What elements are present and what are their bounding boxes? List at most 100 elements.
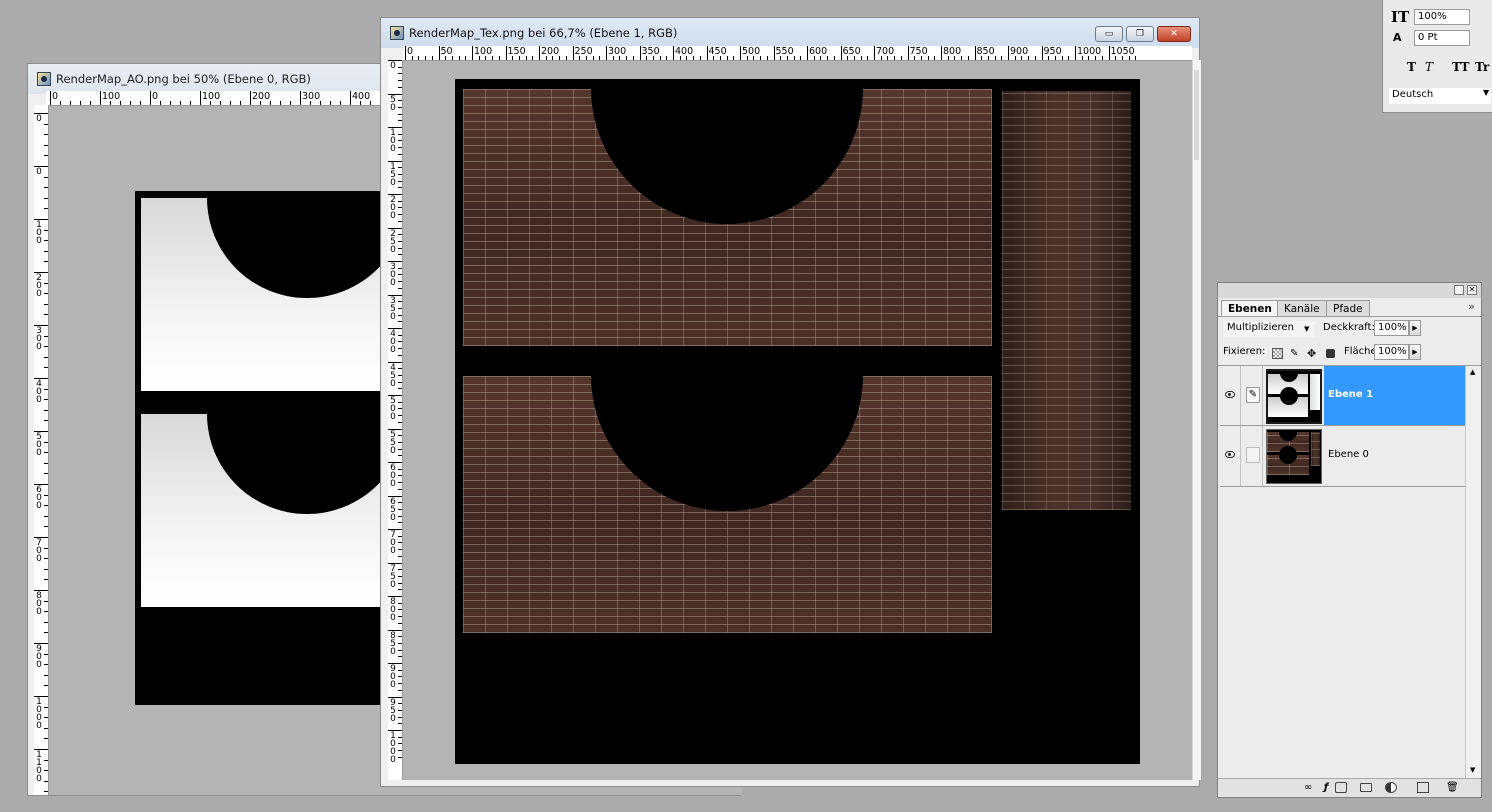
ruler-tick [438,46,440,60]
tab-kanaele[interactable]: Kanäle [1277,300,1327,316]
language-select[interactable]: Deutsch [1389,88,1491,104]
tab-ebenen[interactable]: Ebenen [1221,300,1279,317]
fill-slider-arrow[interactable]: ▶ [1409,344,1421,360]
layer-row-ebene-1[interactable]: ✎ Ebene 1 [1220,366,1465,426]
ruler-minor-tick [44,123,48,125]
layer-name[interactable]: Ebene 1 [1324,366,1465,425]
new-group-icon[interactable] [1360,783,1372,792]
ruler-minor-tick [398,234,402,236]
adjustment-layer-icon[interactable] [1385,782,1397,793]
ruler-minor-tick [398,616,402,618]
eye-icon [1225,391,1235,398]
ruler-minor-tick [210,101,211,105]
thumb-strip [1310,374,1320,410]
ruler-tick [300,91,301,105]
ruler-minor-tick [398,649,402,651]
opacity-slider-arrow[interactable]: ▶ [1409,320,1421,336]
all-caps-button[interactable]: TT [1452,60,1469,74]
ruler-minor-tick [44,558,48,560]
ruler-minor-tick [140,101,141,105]
small-caps-button[interactable]: Tr [1475,60,1489,74]
ruler-minor-tick [44,388,48,390]
panel-close-button[interactable]: ✕ [1467,285,1477,295]
add-mask-icon[interactable] [1335,782,1347,793]
ruler-tick [350,91,351,105]
layer-brush-indicator[interactable]: ✎ [1241,366,1263,425]
ruler-minor-tick [44,409,48,411]
faux-italic-button[interactable]: T [1425,60,1433,74]
lock-transparency-icon[interactable] [1272,348,1283,359]
layer-row-ebene-0[interactable]: Ebene 0 [1220,426,1465,487]
scrollbar-thumb[interactable] [1194,70,1199,160]
ruler-minor-tick [398,676,402,678]
chevron-down-icon[interactable]: ▼ [1483,88,1489,97]
ruler-minor-tick [800,56,802,60]
layer-link-cell[interactable] [1241,426,1263,486]
ruler-label: 650 [390,496,396,523]
ruler-minor-tick [853,56,855,60]
layer-visibility-toggle[interactable] [1220,366,1241,425]
layer-visibility-toggle[interactable] [1220,426,1241,486]
ruler-minor-tick [398,247,402,249]
ruler-tick [405,46,406,60]
lock-position-icon[interactable]: ✥ [1307,348,1318,359]
maximize-button[interactable]: ❐ [1126,26,1154,42]
ruler-label: 700 [36,538,42,564]
link-layers-icon[interactable]: ∞ [1302,782,1314,793]
ruler-minor-tick [398,508,402,510]
faux-bold-button[interactable]: T [1407,60,1416,74]
ruler-minor-tick [987,56,989,60]
tab-pfade[interactable]: Pfade [1326,300,1370,316]
ruler-minor-tick [398,147,402,149]
tex-document-window[interactable]: RenderMap_Tex.png bei 66,7% (Ebene 1, RG… [380,17,1201,787]
blend-mode-select[interactable]: Multiplizieren [1224,321,1314,337]
ruler-label: 150 [390,161,396,188]
tex-vertical-scrollbar[interactable] [1192,60,1201,780]
ruler-label: 700 [390,530,396,556]
tex-canvas-area[interactable] [403,61,1192,780]
ruler-minor-tick [592,56,594,60]
fill-field[interactable]: 100% [1374,344,1409,360]
lock-image-pixels-icon[interactable]: ✎ [1290,348,1301,359]
vertical-scale-field[interactable]: 100% [1414,9,1470,25]
ruler-minor-tick [44,515,48,517]
lock-all-icon[interactable] [1326,349,1335,358]
ruler-minor-tick [44,717,48,719]
new-layer-icon[interactable] [1417,782,1429,793]
ruler-label: 950 [390,697,396,724]
ruler-minor-tick [44,346,48,348]
trash-icon[interactable]: 🗑 [1446,782,1459,793]
scroll-down-arrow[interactable]: ▼ [1470,766,1475,774]
ruler-minor-tick [753,56,755,60]
ruler-minor-tick [44,685,48,687]
ruler-minor-tick [398,66,402,68]
scroll-up-arrow[interactable]: ▲ [1470,368,1475,376]
ruler-minor-tick [398,86,402,88]
ruler-label: 750 [909,46,928,57]
chevron-down-icon[interactable]: ▼ [1304,325,1309,333]
ruler-minor-tick [445,56,447,60]
ruler-minor-tick [398,180,402,182]
minimize-button[interactable]: ▭ [1095,26,1123,42]
ruler-minor-tick [44,791,48,793]
panel-menu-icon[interactable]: » [1468,300,1475,313]
ruler-minor-tick [746,56,748,60]
ruler-minor-tick [398,488,402,490]
layer-list-scrollbar[interactable]: ▲ ▼ [1465,366,1481,778]
layer-style-icon[interactable]: ƒ [1320,782,1332,793]
baseline-shift-field[interactable]: 0 Pt [1414,30,1470,46]
opacity-field[interactable]: 100% [1374,320,1409,336]
ruler-label: 300 [608,46,627,57]
close-button[interactable]: ✕ [1157,26,1191,42]
layer-name[interactable]: Ebene 0 [1324,426,1465,486]
tex-window-titlebar[interactable]: RenderMap_Tex.png bei 66,7% (Ebene 1, RG… [381,18,1199,48]
brick-upper-panel [463,89,992,346]
panel-collapse-button[interactable] [1454,285,1464,295]
ruler-label: 600 [390,463,396,489]
ruler-minor-tick [398,555,402,557]
ruler-tick [840,46,842,60]
ruler-minor-tick [44,770,48,772]
ruler-label: 600 [809,46,828,57]
ruler-minor-tick [833,56,835,60]
ruler-minor-tick [398,656,402,658]
